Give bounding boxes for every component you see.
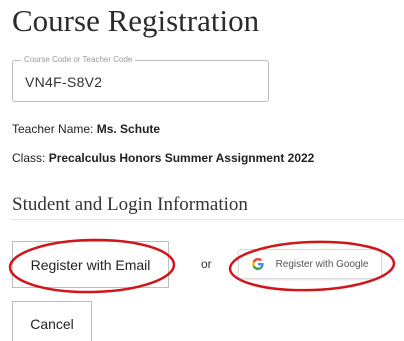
register-with-email-button[interactable]: Register with Email	[12, 241, 169, 288]
teacher-name-value: Ms. Schute	[96, 122, 161, 136]
register-with-google-label: Register with Google	[275, 258, 369, 270]
section-divider	[12, 219, 404, 220]
cancel-button[interactable]: Cancel	[12, 301, 92, 341]
or-separator: or	[201, 257, 212, 271]
register-with-google-button[interactable]: Register with Google	[238, 249, 382, 279]
course-code-label: Course Code or Teacher Code	[21, 55, 136, 65]
teacher-name-line: Teacher Name: Ms. Schute	[12, 121, 160, 137]
teacher-name-label: Teacher Name:	[12, 122, 94, 136]
class-label: Class:	[12, 151, 46, 165]
section-title: Student and Login Information	[12, 194, 248, 215]
class-line: Class: Precalculus Honors Summer Assignm…	[12, 150, 314, 166]
course-code-field[interactable]: Course Code or Teacher Code	[12, 55, 269, 102]
google-g-icon	[251, 258, 264, 270]
course-code-input[interactable]	[25, 74, 255, 90]
page-title: Course Registration	[12, 3, 260, 38]
class-value: Precalculus Honors Summer Assignment 202…	[48, 151, 315, 165]
